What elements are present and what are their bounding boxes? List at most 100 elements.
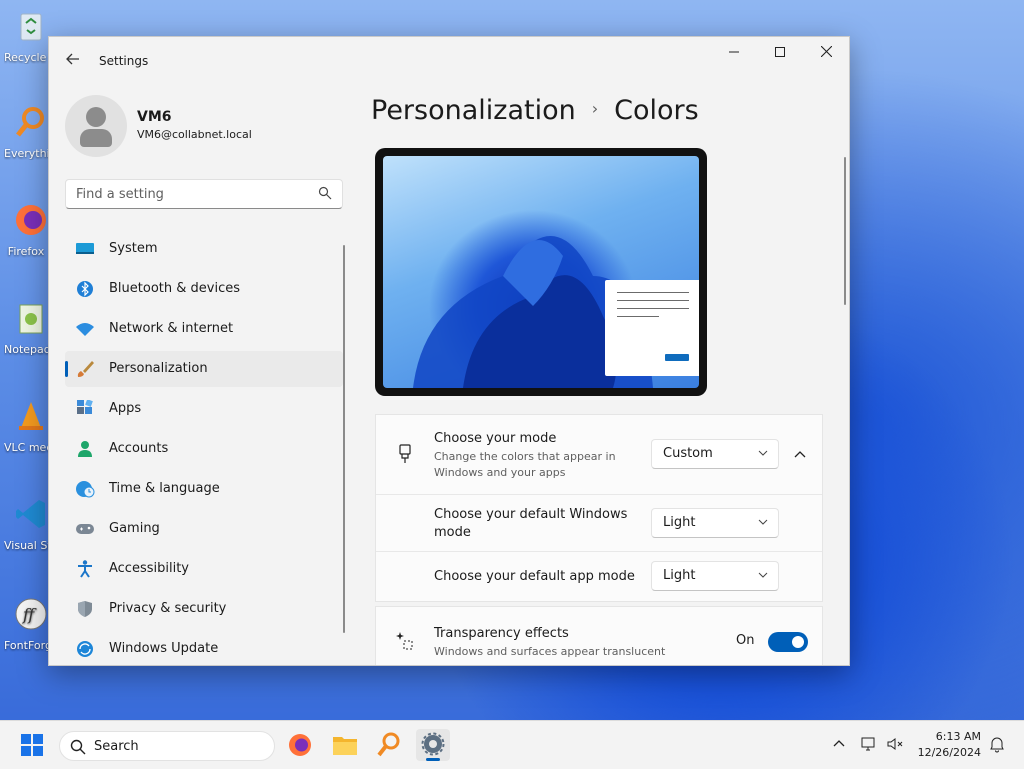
sidebar-nav: System Bluetooth & devices Network & int… [65, 231, 343, 665]
default-app-mode-row: Choose your default app mode Light [376, 551, 822, 603]
taskbar-firefox[interactable] [283, 729, 317, 761]
chevron-down-icon [758, 572, 768, 578]
find-setting-search[interactable] [65, 179, 343, 209]
taskbar-file-explorer[interactable] [328, 729, 362, 761]
transparency-card: Transparency effects Windows and surface… [375, 606, 823, 665]
taskbar-search[interactable]: Search [59, 731, 275, 761]
windows-logo-icon [21, 734, 43, 756]
sidebar-item-accessibility[interactable]: Accessibility [65, 551, 343, 587]
preview-button [665, 354, 689, 361]
clock-time: 6:13 AM [935, 730, 981, 743]
search-icon [70, 739, 86, 755]
back-button[interactable] [61, 49, 85, 73]
avatar-body [80, 129, 112, 147]
taskbar-settings[interactable] [416, 729, 450, 761]
network-icon[interactable] [860, 735, 878, 753]
chevron-up-icon[interactable] [830, 735, 848, 753]
active-indicator [426, 758, 440, 761]
sidebar-item-network[interactable]: Network & internet [65, 311, 343, 347]
vlc-cone-icon [19, 402, 43, 430]
sidebar-item-system[interactable]: System [65, 231, 343, 267]
desktop-icon-label: Everything [4, 147, 48, 160]
bell-icon[interactable] [988, 735, 1006, 753]
search-icon[interactable] [318, 186, 332, 200]
preview-line [617, 316, 659, 317]
volume-muted-icon[interactable] [886, 735, 904, 753]
sidebar-item-gaming[interactable]: Gaming [65, 511, 343, 547]
gamepad-icon [76, 524, 94, 534]
sidebar-item-privacy[interactable]: Privacy & security [65, 591, 343, 627]
sidebar-item-windows-update[interactable]: Windows Update [65, 631, 343, 665]
clock[interactable]: 6:13 AM 12/26/2024 [918, 729, 981, 761]
app-mode-dropdown[interactable]: Light [651, 561, 779, 591]
arrow-left-icon [66, 53, 79, 65]
globe-clock-icon [76, 481, 95, 498]
maximize-button[interactable] [757, 37, 803, 69]
windows-mode-dropdown[interactable]: Light [651, 508, 779, 538]
wifi-icon [76, 323, 94, 336]
profile-name: VM6 [137, 109, 172, 125]
minimize-button[interactable] [711, 37, 757, 69]
preview-line [617, 292, 689, 293]
chevron-up-icon [794, 451, 806, 458]
sidebar-scrollbar[interactable] [343, 245, 345, 633]
mode-dropdown[interactable]: Custom [651, 439, 779, 469]
wallpaper-preview [383, 156, 699, 388]
transparency-toggle[interactable] [768, 632, 808, 652]
taskbar: Search 6:13 AM 12/26/2024 [0, 720, 1024, 769]
magnifier-app-icon [16, 107, 44, 137]
folder-icon [333, 737, 357, 755]
default-app-mode-title: Choose your default app mode [434, 569, 635, 584]
shield-icon [78, 601, 92, 617]
avatar[interactable] [65, 95, 127, 157]
transparency-row: Transparency effects Windows and surface… [376, 607, 822, 665]
breadcrumb-parent[interactable]: Personalization [371, 95, 576, 126]
clock-date: 12/26/2024 [917, 746, 981, 759]
default-windows-mode-title: Choose your default Windows mode [434, 507, 628, 540]
update-icon [77, 641, 93, 657]
title-bar[interactable]: Settings [49, 37, 849, 85]
vscode-icon [16, 500, 45, 528]
taskbar-everything[interactable] [372, 729, 406, 761]
mode-card: Choose your mode Change the colors that … [375, 414, 823, 602]
collapse-button[interactable] [785, 439, 815, 469]
close-button[interactable] [803, 37, 849, 69]
magnifier-app-icon [377, 732, 400, 757]
settings-window: Settings VM6 VM6@collabnet.local System … [48, 36, 850, 666]
preview-line [617, 308, 689, 309]
chevron-right-icon: › [591, 99, 599, 118]
desktop-icon-label: Recycle Bin [4, 51, 48, 64]
choose-mode-row[interactable]: Choose your mode Change the colors that … [376, 415, 822, 494]
chevron-down-icon [758, 519, 768, 525]
taskbar-search-label: Search [94, 739, 139, 754]
sidebar-item-time-language[interactable]: Time & language [65, 471, 343, 507]
person-icon [78, 441, 92, 457]
sidebar-item-bluetooth[interactable]: Bluetooth & devices [65, 271, 343, 307]
avatar-head [86, 107, 106, 127]
choose-mode-title: Choose your mode [434, 431, 557, 446]
theme-preview [375, 148, 707, 396]
sidebar-item-label: Bluetooth & devices [109, 281, 240, 296]
search-input[interactable] [66, 180, 316, 208]
sidebar-item-label: System [109, 241, 158, 256]
desktop-icon-label: VLC media player [4, 441, 48, 454]
apps-icon [77, 400, 93, 414]
minimize-icon [729, 51, 739, 53]
sidebar-item-personalization[interactable]: Personalization [65, 351, 343, 387]
gear-icon [421, 732, 445, 756]
sparkle-square-icon [396, 632, 413, 650]
sidebar-item-label: Apps [109, 401, 142, 416]
content-scrollbar[interactable] [844, 157, 846, 305]
paint-brush-icon [399, 444, 411, 463]
sidebar-item-label: Personalization [109, 361, 208, 376]
toggle-knob [792, 636, 804, 648]
sidebar-item-accounts[interactable]: Accounts [65, 431, 343, 467]
maximize-icon [775, 47, 785, 57]
start-button[interactable] [15, 729, 49, 761]
sidebar-item-apps[interactable]: Apps [65, 391, 343, 427]
close-icon [820, 45, 832, 58]
preview-line [617, 300, 689, 301]
desktop-icon-label: FontForge [4, 639, 48, 652]
brush-icon [77, 361, 94, 377]
desktop-icon-label: Notepad++ [4, 343, 48, 356]
